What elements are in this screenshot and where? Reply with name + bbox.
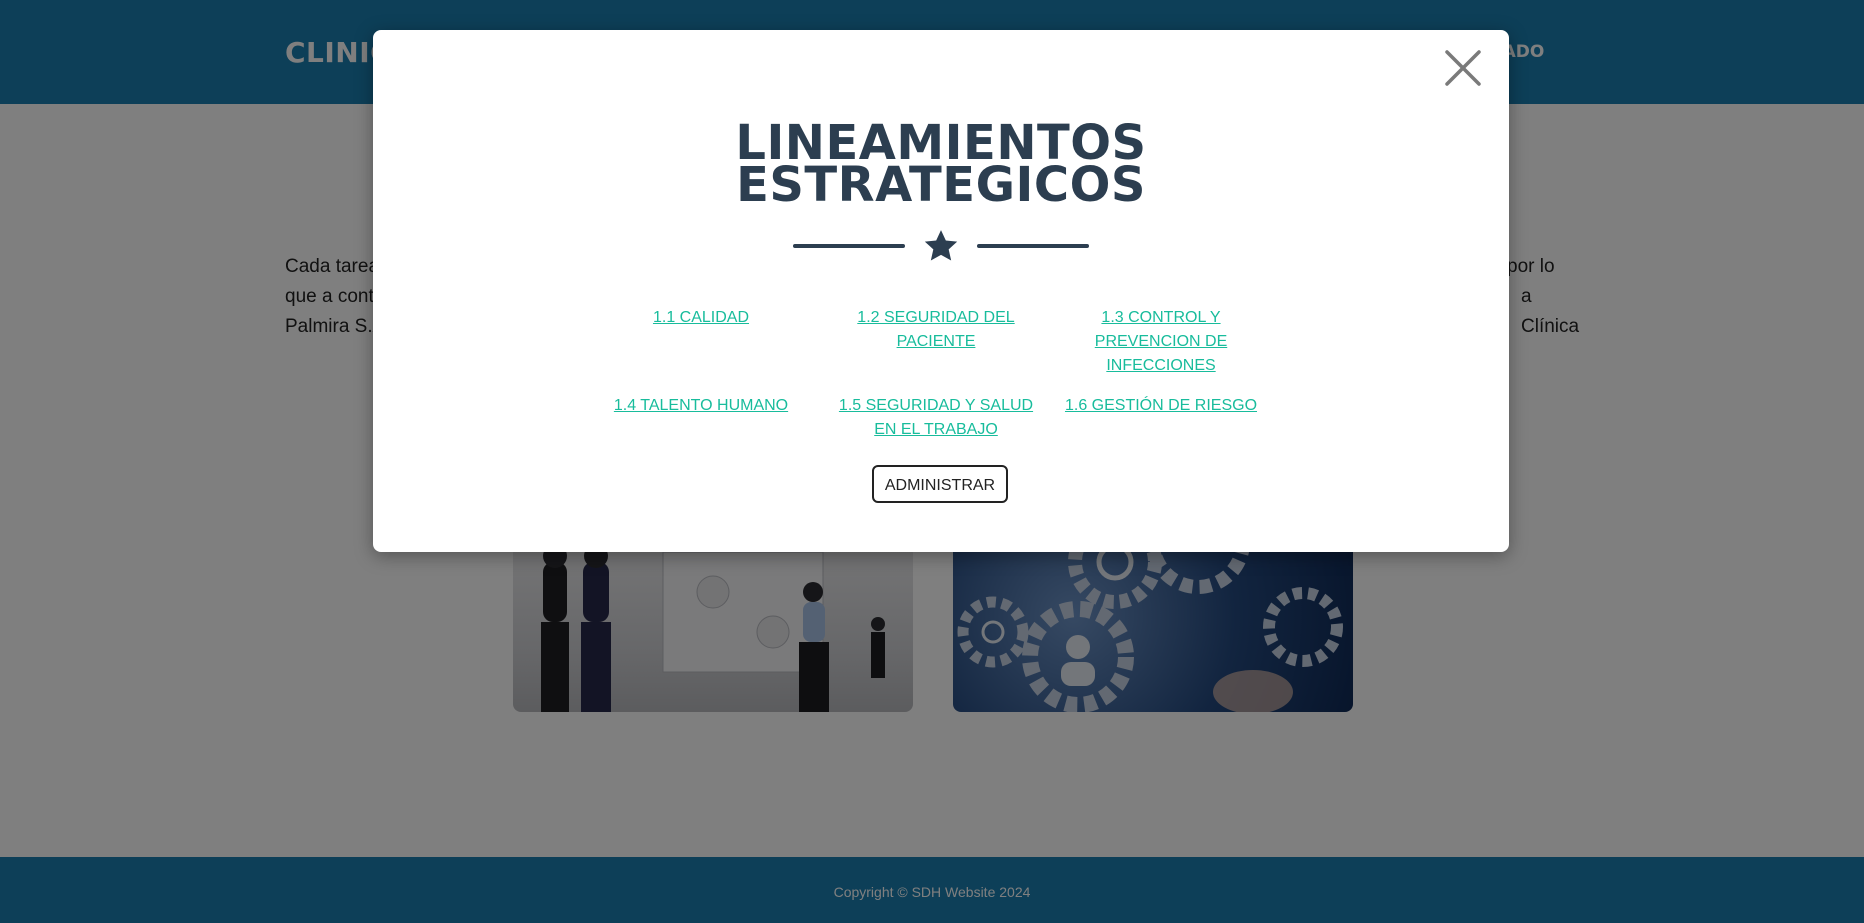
link-talento-humano[interactable]: 1.4 TALENTO HUMANO [591,394,811,418]
link-control-infecciones[interactable]: 1.3 CONTROL Y PREVENCION DE INFECCIONES [1091,306,1231,378]
star-icon [921,226,961,266]
link-gestion-riesgo[interactable]: 1.6 GESTIÓN DE RIESGO [1061,394,1261,418]
modal-title: LINEAMIENTOS ESTRATEGICOS [373,119,1509,213]
administrar-button[interactable]: ADMINISTRAR [872,465,1008,503]
link-calidad[interactable]: 1.1 CALIDAD [591,306,811,330]
title-divider [793,226,1089,266]
link-seguridad-paciente[interactable]: 1.2 SEGURIDAD DEL PACIENTE [836,306,1036,354]
link-seguridad-salud-trabajo[interactable]: 1.5 SEGURIDAD Y SALUD EN EL TRABAJO [836,394,1036,442]
divider-line-left [793,244,905,248]
divider-line-right [977,244,1089,248]
modal-title-line-2: ESTRATEGICOS [736,157,1146,213]
close-icon[interactable] [1443,48,1483,88]
lineamientos-modal: LINEAMIENTOS ESTRATEGICOS 1.1 CALIDAD 1.… [373,30,1509,552]
